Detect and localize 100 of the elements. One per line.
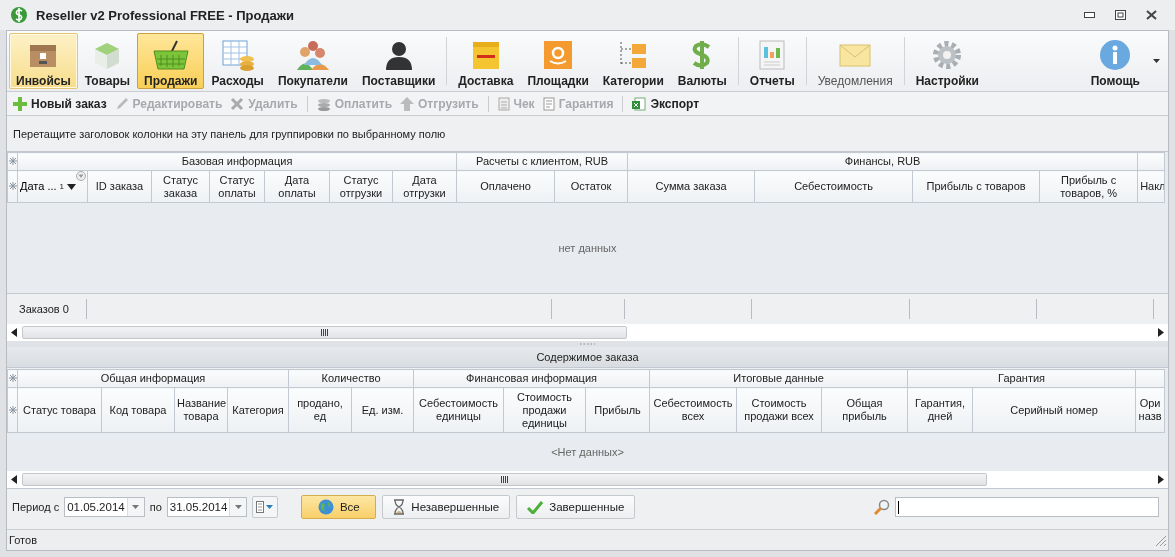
scroll-left-icon[interactable] — [11, 328, 17, 337]
column-header[interactable]: Дата оплаты — [264, 170, 330, 203]
info-icon — [1099, 39, 1132, 71]
ribbon-button[interactable]: Площадки — [520, 33, 596, 89]
settings-icon — [931, 39, 964, 71]
column-band-header: Гарантия — [907, 369, 1136, 388]
column-header[interactable]: Название товара — [174, 387, 228, 433]
ribbon-button[interactable]: Продажи — [137, 33, 205, 89]
column-header[interactable]: Общая прибыль — [821, 387, 908, 433]
calculator-dropdown-icon — [256, 501, 275, 513]
ribbon-button[interactable]: Категории — [595, 33, 671, 89]
column-header[interactable]: Дата ... — [20, 180, 57, 193]
column-header[interactable]: Сумма заказа — [627, 170, 755, 203]
column-header[interactable]: Статус товара — [17, 387, 102, 433]
ribbon-button[interactable]: Расходы — [204, 33, 271, 89]
sort-index: 1 — [59, 181, 65, 193]
filter-button[interactable]: Все — [301, 495, 377, 519]
empty-grid-message: <Нет данных> — [551, 446, 624, 458]
filter-button[interactable]: Завершенные — [516, 495, 636, 519]
column-header[interactable]: Прибыль с товаров, % — [1039, 170, 1138, 203]
column-header[interactable]: Статус отгрузки — [329, 170, 393, 203]
column-header[interactable]: Себестоимость всех — [649, 387, 737, 433]
toolbar-button[interactable]: Новый заказ — [10, 95, 110, 112]
column-header[interactable]: Стоимость продажи всех — [736, 387, 822, 433]
column-band-header: Итоговые данные — [649, 369, 908, 388]
column-header[interactable]: Статус заказа — [151, 170, 210, 203]
resize-grip-icon[interactable] — [1154, 534, 1166, 546]
ribbon-button[interactable]: Товары — [77, 33, 138, 89]
column-header[interactable]: Себестоимость единицы — [413, 387, 504, 433]
column-band-header: Финансы, RUB — [627, 152, 1138, 171]
search-field[interactable] — [895, 497, 1159, 517]
close-icon[interactable] — [1146, 10, 1157, 20]
horizontal-scrollbar[interactable] — [7, 471, 1168, 488]
ribbon-button[interactable]: Настройки — [908, 33, 986, 89]
column-header[interactable]: Прибыль — [585, 387, 650, 433]
window-title: Reseller v2 Professional FREE - Продажи — [36, 7, 294, 23]
column-header[interactable]: Статус оплаты — [209, 170, 265, 203]
column-band-header: Расчеты с клиентом, RUB — [456, 152, 628, 171]
column-header[interactable]: Серийный номер — [972, 387, 1136, 433]
grip-icon — [501, 476, 508, 483]
column-header[interactable]: Себестоимость — [754, 170, 913, 203]
column-band-header: Общая информация — [17, 369, 289, 388]
column-header[interactable]: Остаток — [554, 170, 628, 203]
scroll-left-icon[interactable] — [11, 475, 17, 484]
column-header[interactable]: Стоимость продажи единицы — [503, 387, 586, 433]
help-button[interactable]: Помощь — [1083, 33, 1147, 89]
toolbar-button[interactable]: Экспорт — [629, 95, 703, 112]
empty-grid-message: нет данных — [558, 242, 617, 254]
pencil-icon — [114, 96, 129, 111]
scroll-thumb[interactable] — [22, 326, 627, 339]
column-header[interactable]: ID заказа — [87, 170, 152, 203]
column-header[interactable]: продано, ед — [288, 387, 352, 433]
ribbon-button[interactable]: Доставка — [451, 33, 521, 89]
checkmark-icon — [527, 500, 544, 514]
scroll-thumb[interactable] — [22, 473, 987, 486]
report-chart-icon — [757, 39, 788, 71]
filter-button[interactable]: Незавершенные — [382, 495, 511, 519]
column-chooser-icon[interactable] — [8, 405, 17, 414]
globe-icon — [317, 499, 334, 515]
grip-icon — [321, 329, 328, 336]
scroll-right-icon[interactable] — [1158, 328, 1164, 337]
column-band-header: Финансовая информация — [413, 369, 650, 388]
panel-title: Содержимое заказа — [7, 347, 1168, 368]
column-header[interactable]: Гарантия, дней — [907, 387, 973, 433]
column-header[interactable]: Код товара — [101, 387, 175, 433]
dropdown-arrow-icon[interactable] — [1153, 59, 1160, 63]
period-label: Период с — [12, 501, 60, 513]
up-arrow-icon — [400, 96, 414, 111]
basket-icon — [150, 39, 191, 71]
ribbon-button[interactable]: Отчеты — [742, 33, 802, 89]
column-header[interactable]: Дата отгрузки — [392, 170, 457, 203]
document-icon — [542, 96, 555, 111]
ribbon-button[interactable]: Валюты — [670, 33, 734, 89]
restore-icon[interactable] — [1115, 10, 1126, 20]
column-header[interactable]: Категория — [227, 387, 289, 433]
ribbon-button[interactable]: Поставщики — [355, 33, 443, 89]
column-header[interactable]: Оплачено — [456, 170, 555, 203]
horizontal-scrollbar[interactable] — [7, 324, 1168, 341]
app-logo-icon — [10, 6, 28, 24]
column-chooser-icon[interactable] — [8, 374, 17, 382]
date-field[interactable]: 01.05.2014 — [64, 497, 145, 517]
people-icon — [295, 39, 330, 71]
column-header[interactable]: Ед. изм. — [351, 387, 414, 433]
to-label: по — [149, 501, 162, 513]
receipt-icon — [497, 96, 510, 111]
scroll-right-icon[interactable] — [1158, 475, 1164, 484]
column-header[interactable]: Прибыль с товаров — [912, 170, 1040, 203]
column-chooser-icon[interactable] — [8, 157, 17, 165]
search-icon — [874, 499, 890, 515]
period-menu-button[interactable] — [252, 496, 279, 518]
coins-icon — [316, 96, 331, 111]
ribbon-button[interactable]: Инвойсы — [9, 33, 78, 89]
spreadsheet-icon — [632, 96, 647, 111]
column-chooser-icon[interactable] — [8, 182, 17, 190]
minimize-icon[interactable] — [1084, 12, 1095, 18]
marketplace-icon — [542, 39, 575, 71]
ribbon-button[interactable]: Покупатели — [270, 33, 355, 89]
filter-icon[interactable] — [76, 171, 86, 181]
delete-icon — [230, 96, 245, 111]
date-field[interactable]: 31.05.2014 — [166, 497, 248, 517]
